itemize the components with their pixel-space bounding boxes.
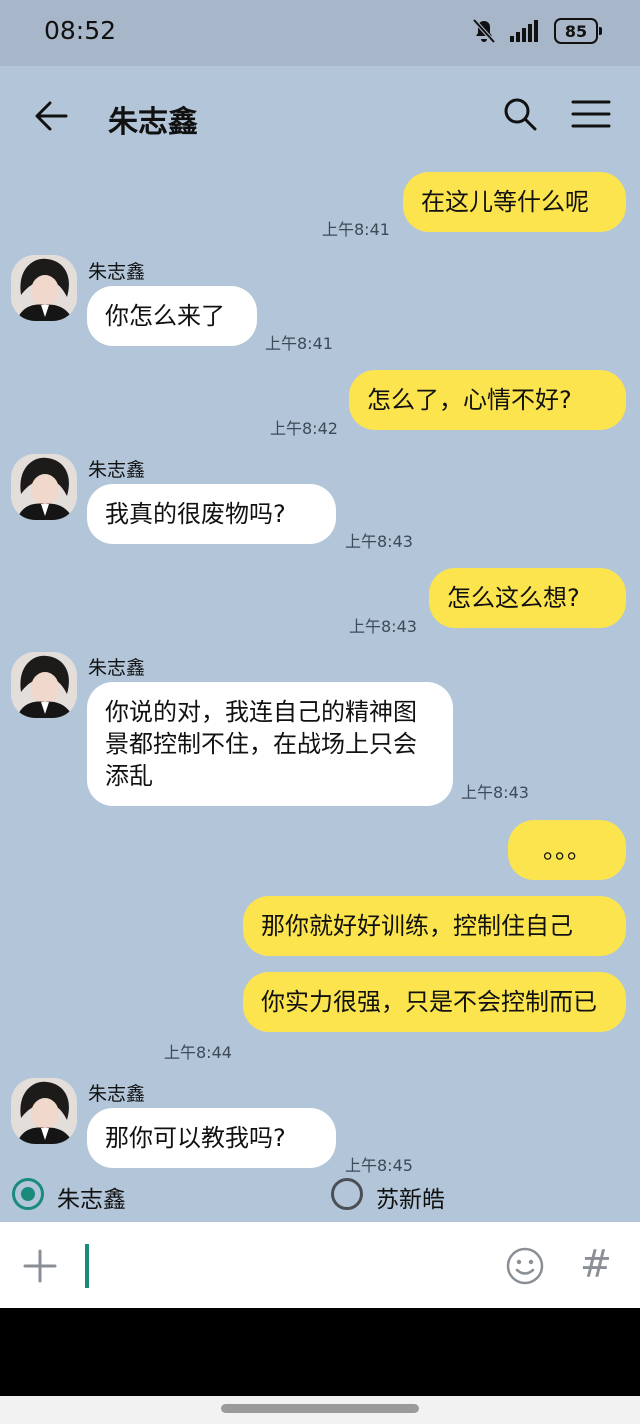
message-time: 上午8:42: [270, 419, 338, 438]
sender-name: 朱志鑫: [88, 657, 146, 679]
mute-bell-icon: [472, 18, 496, 44]
avatar-portrait-icon: [11, 454, 77, 520]
message-bubble-sent[interactable]: 。。。: [508, 820, 626, 880]
message-bubble-received[interactable]: 那你可以教我吗?: [87, 1108, 336, 1168]
message-bubble-sent[interactable]: 那你就好好训练，控制住自己: [243, 896, 626, 956]
contact-avatar[interactable]: [11, 255, 77, 321]
emoji-icon[interactable]: [505, 1246, 545, 1286]
sender-name: 朱志鑫: [88, 459, 146, 481]
message-input[interactable]: [85, 1244, 89, 1288]
chat-title: 朱志鑫: [108, 105, 198, 140]
message-time: 上午8:43: [461, 783, 529, 802]
message-bubble-received[interactable]: 你怎么来了: [87, 286, 257, 346]
battery-icon: 85: [554, 18, 602, 44]
message-time: 上午8:41: [322, 220, 390, 239]
persona-label[interactable]: 苏新皓: [376, 1180, 445, 1214]
avatar-portrait-icon: [11, 652, 77, 718]
persona-label[interactable]: 朱志鑫: [57, 1180, 126, 1214]
message-bubble-received[interactable]: 你说的对，我连自己的精神图景都控制不住，在战场上只会添乱: [87, 682, 453, 806]
contact-avatar[interactable]: [11, 652, 77, 718]
sender-name: 朱志鑫: [88, 1083, 146, 1105]
persona-radio-selected[interactable]: [12, 1178, 44, 1210]
avatar-portrait-icon: [11, 1078, 77, 1144]
message-input-bar: #: [0, 1222, 640, 1308]
persona-radio[interactable]: [331, 1178, 363, 1210]
message-bubble-sent[interactable]: 怎么这么想?: [429, 568, 626, 628]
message-bubble-sent[interactable]: 你实力很强，只是不会控制而已: [243, 972, 626, 1032]
status-bar: 08:52 85: [0, 0, 640, 66]
plus-icon[interactable]: [22, 1248, 58, 1284]
message-time: 上午8:41: [265, 334, 333, 353]
message-bubble-received[interactable]: 我真的很废物吗?: [87, 484, 336, 544]
message-bubble-sent[interactable]: 在这儿等什么呢: [403, 172, 626, 232]
avatar-portrait-icon: [11, 255, 77, 321]
sender-name: 朱志鑫: [88, 261, 146, 283]
hashtag-icon[interactable]: #: [580, 1242, 612, 1286]
menu-icon[interactable]: [570, 96, 612, 132]
signal-icon: [510, 20, 538, 42]
search-icon[interactable]: [500, 94, 540, 134]
message-time: 上午8:43: [349, 617, 417, 636]
contact-avatar[interactable]: [11, 1078, 77, 1144]
contact-avatar[interactable]: [11, 454, 77, 520]
persona-selector: 朱志鑫 苏新皓: [0, 1170, 640, 1220]
message-bubble-sent[interactable]: 怎么了，心情不好?: [349, 370, 626, 430]
gesture-handle[interactable]: [221, 1404, 419, 1413]
chat-header: 朱志鑫: [0, 66, 640, 166]
back-arrow-icon[interactable]: [30, 96, 70, 136]
message-time: 上午8:43: [345, 532, 413, 551]
status-time: 08:52: [44, 16, 117, 45]
message-time: 上午8:44: [164, 1043, 232, 1062]
